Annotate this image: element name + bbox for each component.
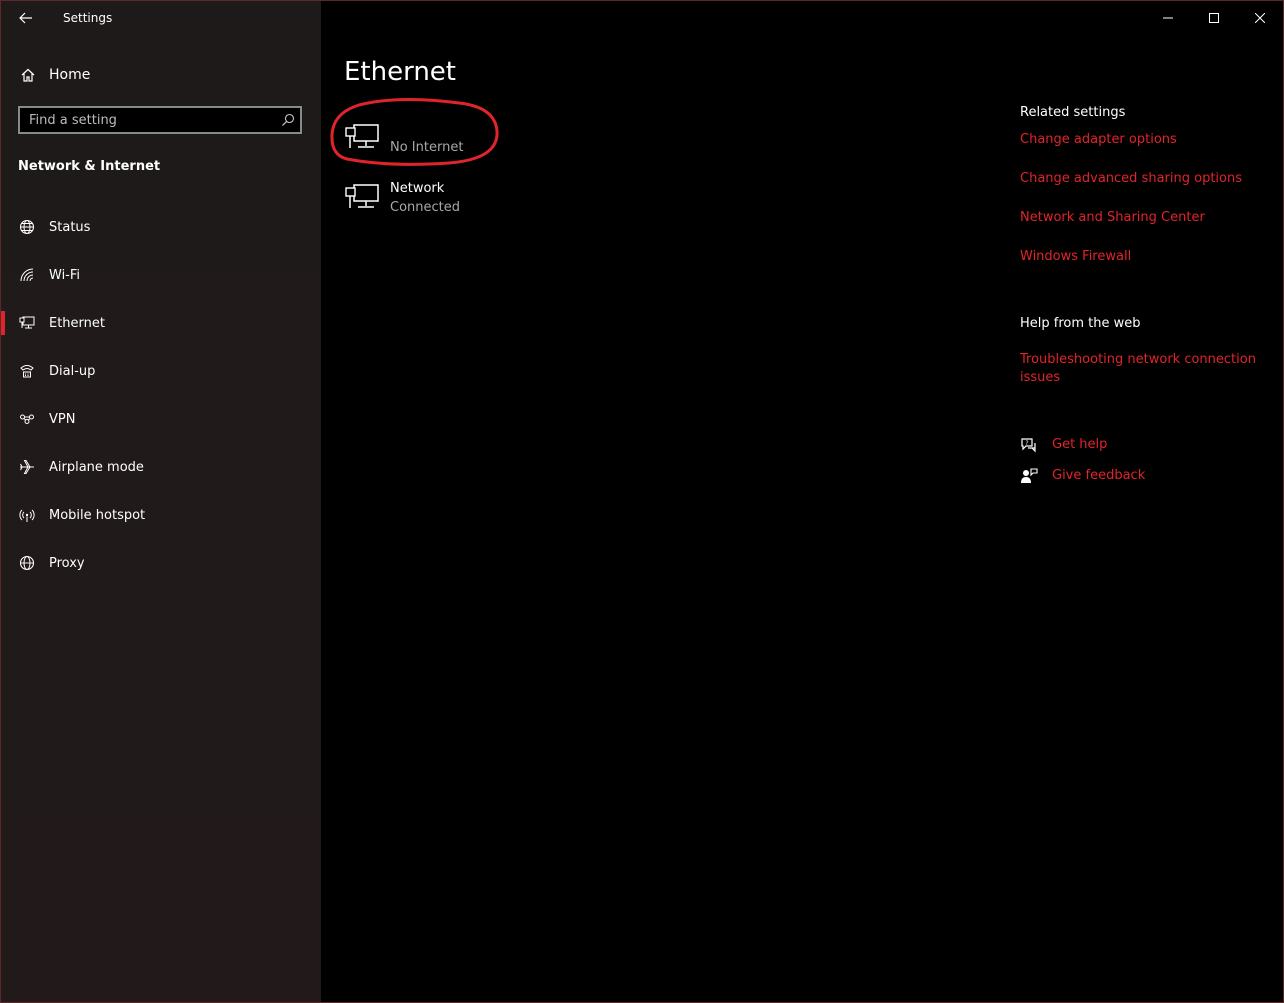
- change-adapter-options-link[interactable]: Change adapter options: [1020, 131, 1260, 149]
- adapter-name: Network: [390, 181, 445, 196]
- related-settings-heading: Related settings: [1020, 105, 1126, 120]
- airplane-icon: [17, 459, 37, 475]
- sidebar-item-label: Mobile hotspot: [49, 507, 146, 523]
- globe-status-icon: [17, 219, 37, 235]
- window-controls: [1145, 1, 1283, 35]
- close-icon: [1255, 13, 1265, 23]
- title-bar: Settings: [1, 1, 321, 35]
- sidebar-item-label: Wi-Fi: [49, 267, 81, 283]
- home-icon: [18, 67, 38, 83]
- give-feedback-row[interactable]: Give feedback: [1020, 467, 1283, 485]
- maximize-button[interactable]: [1191, 1, 1237, 35]
- sidebar-item-vpn[interactable]: VPN: [1, 395, 321, 443]
- back-arrow-icon: [19, 12, 32, 24]
- change-advanced-sharing-options-link[interactable]: Change advanced sharing options: [1020, 170, 1260, 188]
- sidebar-item-wifi[interactable]: Wi-Fi: [1, 251, 321, 299]
- app-title: Settings: [63, 11, 113, 25]
- home-label: Home: [49, 67, 91, 83]
- give-feedback-icon: [1020, 467, 1038, 485]
- adapter-status: No Internet: [390, 140, 464, 155]
- maximize-icon: [1209, 13, 1219, 23]
- help-from-web-heading: Help from the web: [1020, 316, 1141, 331]
- sidebar-item-mobile-hotspot[interactable]: Mobile hotspot: [1, 491, 321, 539]
- search-icon[interactable]: [276, 108, 300, 132]
- search-box[interactable]: [18, 106, 302, 134]
- sidebar-item-label: Proxy: [49, 555, 85, 571]
- svg-text:?: ?: [1025, 440, 1028, 447]
- ethernet-adapter-icon: [345, 124, 379, 148]
- minimize-button[interactable]: [1145, 1, 1191, 35]
- home-nav-item[interactable]: Home: [1, 59, 321, 91]
- hotspot-icon: [17, 507, 37, 523]
- sidebar-item-proxy[interactable]: Proxy: [1, 539, 321, 587]
- settings-window: Settings Home Network & Internet: [0, 0, 1284, 1003]
- sidebar-item-label: Ethernet: [49, 315, 105, 331]
- minimize-icon: [1163, 17, 1173, 19]
- page-title: Ethernet: [344, 57, 456, 87]
- vpn-icon: [17, 411, 37, 427]
- get-help-row[interactable]: ? Get help: [1020, 436, 1283, 454]
- back-button[interactable]: [11, 4, 41, 32]
- windows-firewall-link[interactable]: Windows Firewall: [1020, 248, 1260, 266]
- give-feedback-link[interactable]: Give feedback: [1052, 467, 1283, 485]
- ethernet-adapter-network[interactable]: Network Connected: [344, 181, 460, 215]
- sidebar-item-status[interactable]: Status: [1, 203, 321, 251]
- sidebar-item-dialup[interactable]: Dial-up: [1, 347, 321, 395]
- get-help-link[interactable]: Get help: [1052, 436, 1283, 454]
- sidebar-item-airplane-mode[interactable]: Airplane mode: [1, 443, 321, 491]
- adapter-text: No Internet: [390, 121, 463, 155]
- sidebar: Settings Home Network & Internet: [1, 1, 321, 1002]
- sidebar-item-label: Airplane mode: [49, 459, 144, 475]
- section-title: Network & Internet: [18, 159, 161, 174]
- get-help-icon: ?: [1020, 436, 1038, 454]
- sidebar-item-label: Status: [49, 219, 91, 235]
- main-content: Ethernet No Internet Network Connected R…: [321, 1, 1283, 1002]
- ethernet-adapter-no-internet[interactable]: No Internet: [344, 121, 463, 155]
- search-input[interactable]: [20, 111, 276, 129]
- wifi-icon: [17, 267, 37, 283]
- dialup-icon: [17, 363, 37, 379]
- adapter-status: Connected: [390, 200, 461, 215]
- close-button[interactable]: [1237, 1, 1283, 35]
- network-and-sharing-center-link[interactable]: Network and Sharing Center: [1020, 209, 1260, 227]
- troubleshooting-link[interactable]: Troubleshooting network connection issue…: [1020, 351, 1260, 387]
- sidebar-nav: Status Wi-Fi Ethernet Dial-up VPN Airpla…: [1, 203, 321, 587]
- ethernet-icon: [17, 315, 37, 331]
- sidebar-item-label: VPN: [49, 411, 76, 427]
- adapter-text: Network Connected: [390, 181, 460, 215]
- globe-icon: [17, 555, 37, 571]
- ethernet-adapter-icon: [345, 184, 379, 208]
- adapter-name: [390, 121, 463, 139]
- sidebar-item-ethernet[interactable]: Ethernet: [1, 299, 321, 347]
- sidebar-item-label: Dial-up: [49, 363, 96, 379]
